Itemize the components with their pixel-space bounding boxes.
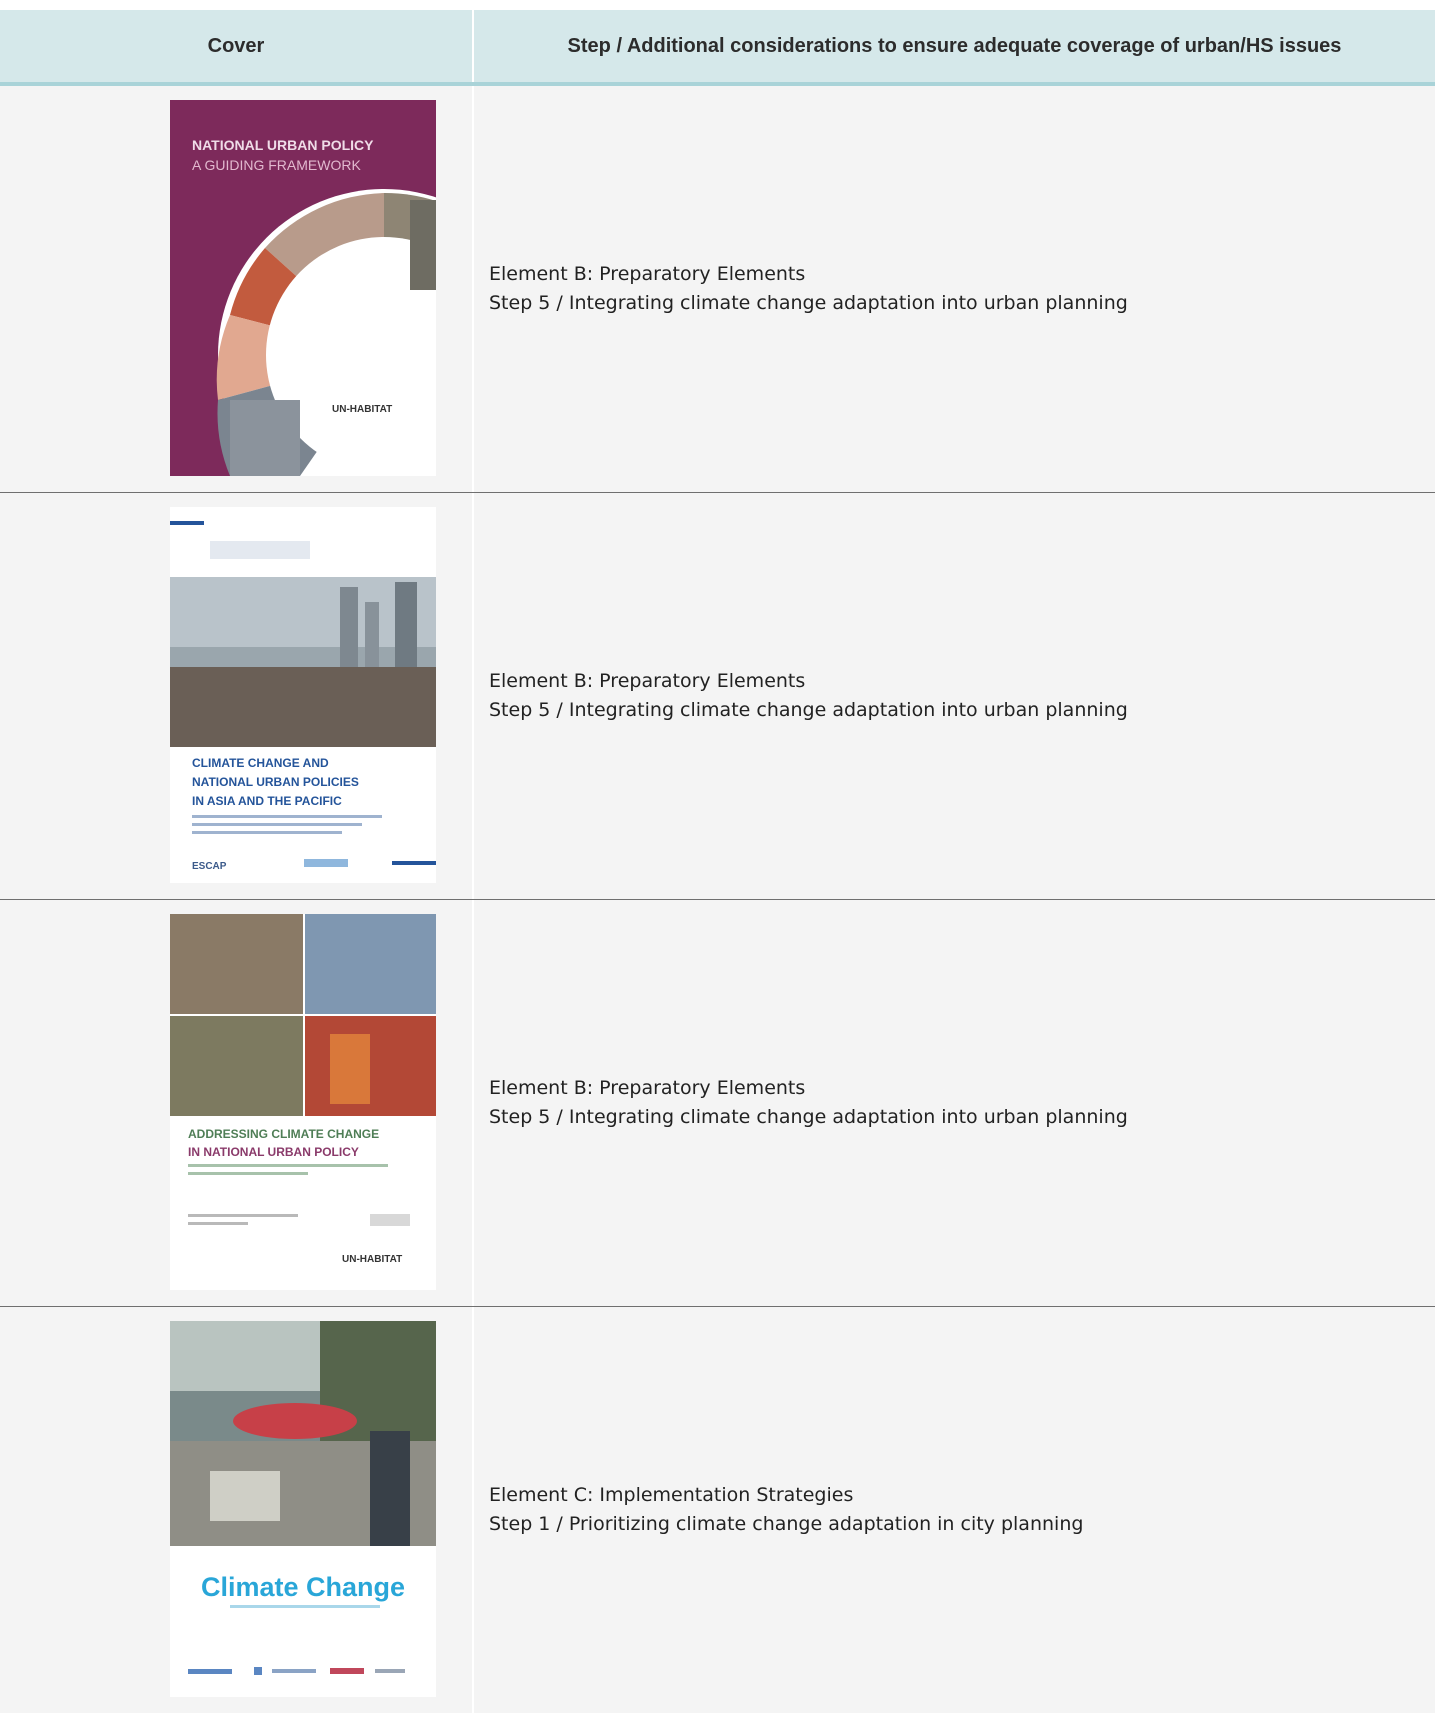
reference-table: Cover Step / Additional considerations t… — [0, 10, 1435, 1713]
table-row: NATIONAL URBAN POLICY A GUIDING FRAMEWOR… — [0, 86, 1435, 493]
cover-title-line-1: ADDRESSING CLIMATE CHANGE — [188, 1127, 379, 1141]
cover-cell: ADDRESSING CLIMATE CHANGE IN NATIONAL UR… — [0, 900, 474, 1306]
step-cell: Element B: Preparatory Elements Step 5 /… — [474, 900, 1435, 1306]
step-label: Step 5 / Integrating climate change adap… — [489, 1106, 1128, 1128]
header-cover: Cover — [0, 10, 474, 82]
step-label: Step 5 / Integrating climate change adap… — [489, 699, 1128, 721]
table-row: Climate Change Element C: Implementation… — [0, 1307, 1435, 1713]
climate-change-nup-asia-pacific-cover: CLIMATE CHANGE AND NATIONAL URBAN POLICI… — [170, 507, 436, 883]
national-urban-policy-cover: NATIONAL URBAN POLICY A GUIDING FRAMEWOR… — [170, 100, 436, 476]
cover-logo: UN-HABITAT — [332, 404, 392, 415]
step-label: Step 1 / Prioritizing climate change ada… — [489, 1513, 1084, 1535]
cover-title-line-1: NATIONAL URBAN POLICY — [192, 137, 374, 153]
element-label: Element B: Preparatory Elements — [489, 1077, 806, 1099]
table-row: CLIMATE CHANGE AND NATIONAL URBAN POLICI… — [0, 493, 1435, 900]
cover-cell: CLIMATE CHANGE AND NATIONAL URBAN POLICI… — [0, 493, 474, 899]
cover-title-line-2: IN NATIONAL URBAN POLICY — [188, 1145, 359, 1159]
step-label: Step 5 / Integrating climate change adap… — [489, 292, 1128, 314]
step-cell: Element C: Implementation Strategies Ste… — [474, 1307, 1435, 1713]
cover-logo: ESCAP — [192, 861, 227, 872]
cover-title-line-2: NATIONAL URBAN POLICIES — [192, 775, 359, 789]
cover-title-line-2: A GUIDING FRAMEWORK — [192, 157, 361, 173]
addressing-climate-change-nup-cover: ADDRESSING CLIMATE CHANGE IN NATIONAL UR… — [170, 914, 436, 1290]
element-label: Element B: Preparatory Elements — [489, 670, 806, 692]
cover-title-line-3: IN ASIA AND THE PACIFIC — [192, 794, 342, 808]
table-header: Cover Step / Additional considerations t… — [0, 10, 1435, 86]
cover-cell: Climate Change — [0, 1307, 474, 1713]
cover-title-line-1: CLIMATE CHANGE AND — [192, 756, 329, 770]
cover-logo: UN-HABITAT — [342, 1254, 402, 1265]
step-cell: Element B: Preparatory Elements Step 5 /… — [474, 86, 1435, 492]
cover-cell: NATIONAL URBAN POLICY A GUIDING FRAMEWOR… — [0, 86, 474, 492]
header-step: Step / Additional considerations to ensu… — [567, 34, 1342, 57]
step-cell: Element B: Preparatory Elements Step 5 /… — [474, 493, 1435, 899]
cover-title: Climate Change — [201, 1572, 405, 1602]
element-label: Element B: Preparatory Elements — [489, 263, 806, 285]
element-label: Element C: Implementation Strategies — [489, 1484, 854, 1506]
table-row: ADDRESSING CLIMATE CHANGE IN NATIONAL UR… — [0, 900, 1435, 1307]
climate-change-city-planning-cover: Climate Change — [170, 1321, 436, 1697]
